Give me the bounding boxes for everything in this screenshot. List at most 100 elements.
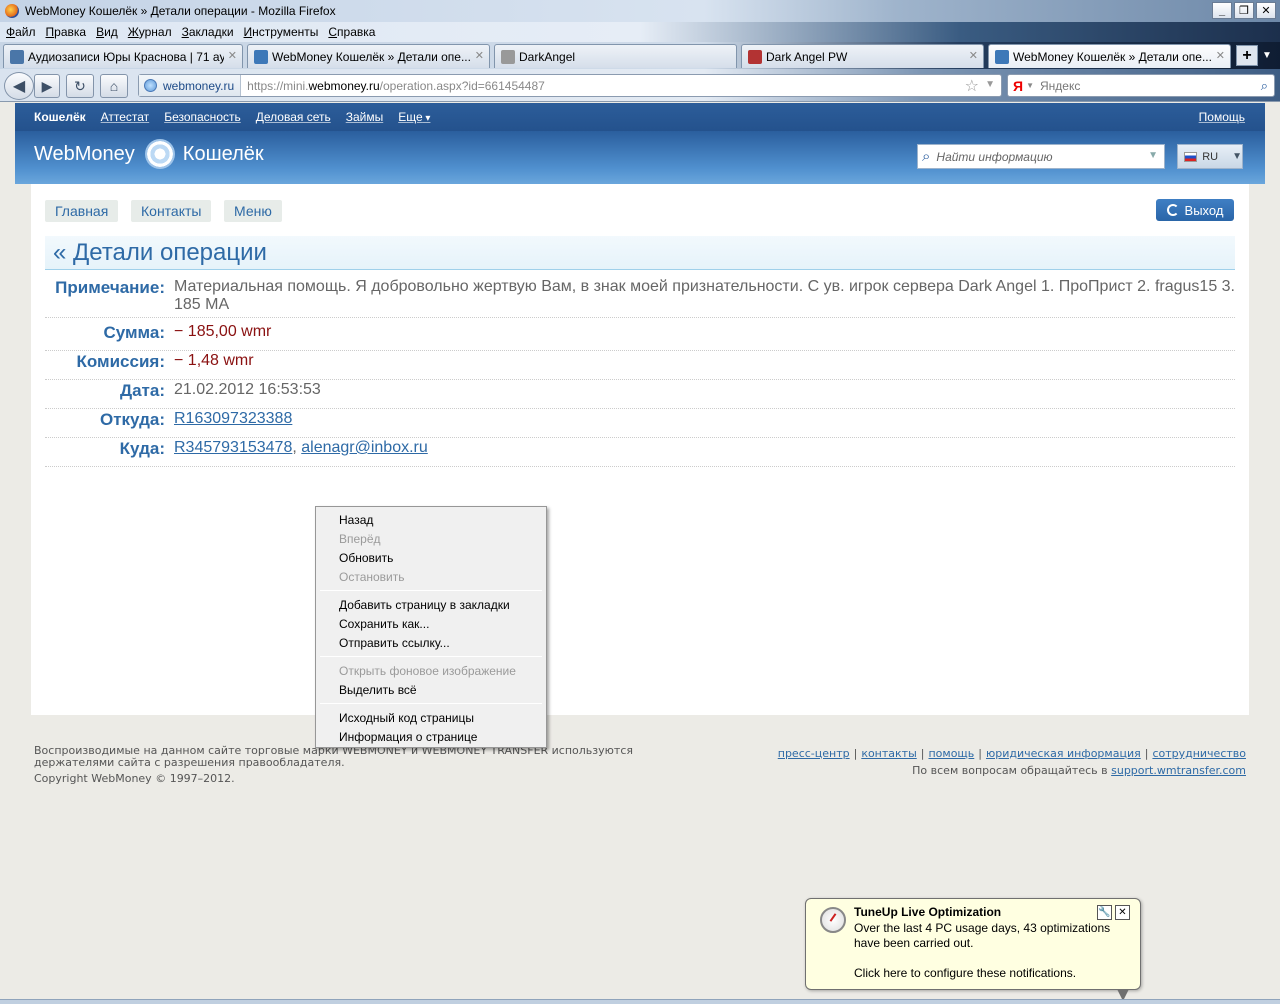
close-tab-icon[interactable]: ✕ xyxy=(475,49,484,62)
site-host: webmoney.ru xyxy=(163,78,235,93)
wrench-icon[interactable]: 🔧 xyxy=(1097,905,1112,920)
footer-contact-text: По всем вопросам обращайтесь в xyxy=(912,764,1108,777)
context-menu-item: Открыть фоновое изображение xyxy=(339,663,516,678)
detail-note: Материальная помощь. Я добровольно жертв… xyxy=(174,278,1235,313)
context-menu-item[interactable]: Назад xyxy=(316,510,546,529)
menu-separator xyxy=(320,590,542,591)
tab-webmoney-1[interactable]: WebMoney Кошелёк » Детали опе... ✕ xyxy=(247,44,490,68)
engine-dropdown-icon[interactable]: ▼ xyxy=(1026,81,1034,90)
tab-list-icon[interactable]: ▼ xyxy=(1262,50,1272,61)
firefox-icon xyxy=(5,4,19,18)
yandex-icon[interactable]: Я xyxy=(1013,78,1023,94)
detail-label: Откуда: xyxy=(100,410,165,429)
separator: , xyxy=(292,439,302,456)
wm-nav-loans[interactable]: Займы xyxy=(346,110,384,124)
footer-copyright: Copyright WebMoney © 1997–2012. xyxy=(34,772,235,785)
context-menu-item[interactable]: Исходный код страницы xyxy=(316,708,546,727)
support-link[interactable]: support.wmtransfer.com xyxy=(1111,764,1246,777)
detail-row-sum: Сумма: − 185,00 wmr xyxy=(45,323,1235,351)
detail-date: 21.02.2012 16:53:53 xyxy=(174,381,321,398)
wm-content: Главная Контакты Меню Выход « Детали опе… xyxy=(31,184,1249,715)
menu-file[interactable]: Файл xyxy=(6,25,36,39)
footer-trademark-line2: держателями сайта с разрешения правообла… xyxy=(34,756,345,769)
url-dropdown-icon[interactable]: ▼ xyxy=(985,79,995,90)
forward-button[interactable]: ▶ xyxy=(34,74,60,98)
search-placeholder: Найти информацию xyxy=(936,149,1053,164)
close-icon[interactable]: ✕ xyxy=(1115,905,1130,920)
detail-label: Дата: xyxy=(119,381,165,400)
close-tab-icon[interactable]: ✕ xyxy=(228,49,237,62)
context-menu-item[interactable]: Информация о странице xyxy=(316,727,546,746)
wm-nav-more[interactable]: Еще xyxy=(398,110,430,124)
detail-row-note: Примечание: Материальная помощь. Я добро… xyxy=(45,278,1235,318)
chevron-down-icon[interactable]: ▼ xyxy=(1148,150,1158,161)
tuneup-notification[interactable]: TuneUp Live Optimization Over the last 4… xyxy=(805,898,1141,1001)
language-select[interactable]: RU ▼ xyxy=(1177,144,1243,169)
tab-darkangel[interactable]: DarkAngel xyxy=(494,44,737,68)
back-button[interactable]: ◀ xyxy=(4,72,34,100)
tab-label: Аудиозаписи Юры Краснова | 71 ау... xyxy=(28,49,224,64)
menu-tools[interactable]: Инструменты xyxy=(244,25,319,39)
home-icon: ⌂ xyxy=(109,78,119,94)
close-tab-icon[interactable]: ✕ xyxy=(1216,49,1225,62)
wm-nav-wallet[interactable]: Кошелёк xyxy=(34,110,86,124)
tab-darkangel-pw[interactable]: Dark Angel PW ✕ xyxy=(741,44,984,68)
wm-search-input[interactable]: ⌕ Найти информацию ▼ xyxy=(917,144,1165,169)
context-menu-item[interactable]: Выделить всё xyxy=(316,680,546,699)
wm-nav-help[interactable]: Помощь xyxy=(1199,110,1245,124)
tab-audio[interactable]: Аудиозаписи Юры Краснова | 71 ау... ✕ xyxy=(3,44,243,68)
arrow-left-icon: ◀ xyxy=(12,78,26,95)
footer-link-press[interactable]: пресс-центр xyxy=(778,747,850,760)
webmoney-globe-icon xyxy=(144,139,175,169)
footer-link-legal[interactable]: юридическая информация xyxy=(986,747,1141,760)
menu-link[interactable]: Меню xyxy=(224,200,282,222)
notification-body: Over the last 4 PC usage days, 43 optimi… xyxy=(854,921,1111,950)
new-tab-button[interactable]: + xyxy=(1236,45,1258,66)
url-text[interactable]: https://mini.webmoney.ru/operation.aspx?… xyxy=(247,79,545,93)
vk-icon xyxy=(10,49,24,64)
search-input[interactable]: Яндекс xyxy=(1040,79,1080,93)
menu-edit[interactable]: Правка xyxy=(46,25,87,39)
page-icon xyxy=(501,49,515,64)
navigation-toolbar: ◀ ▶ ↻ ⌂ webmoney.ru https://mini.webmone… xyxy=(0,69,1280,102)
notification-config-link[interactable]: Click here to configure these notificati… xyxy=(854,966,1076,980)
maximize-button[interactable]: ❐ xyxy=(1234,2,1254,19)
reload-button[interactable]: ↻ xyxy=(66,74,94,98)
close-button[interactable]: ✕ xyxy=(1256,2,1276,19)
wm-nav-passport[interactable]: Аттестат xyxy=(101,110,150,124)
menu-help[interactable]: Справка xyxy=(328,25,375,39)
footer-link-cooperation[interactable]: сотрудничество xyxy=(1152,747,1246,760)
wm-nav-security[interactable]: Безопасность xyxy=(164,110,241,124)
wm-nav-business[interactable]: Деловая сеть xyxy=(256,110,331,124)
logout-button[interactable]: Выход xyxy=(1156,199,1234,221)
minimize-button[interactable]: _ xyxy=(1212,2,1232,19)
menu-view[interactable]: Вид xyxy=(96,25,118,39)
contacts-link[interactable]: Контакты xyxy=(131,200,212,222)
context-menu-item[interactable]: Обновить xyxy=(316,548,546,567)
close-tab-icon[interactable]: ✕ xyxy=(969,49,978,62)
context-menu-item[interactable]: Отправить ссылку... xyxy=(316,633,546,652)
wm-logo[interactable]: WebMoney Кошелёк xyxy=(34,139,264,169)
search-icon[interactable]: ⌕ xyxy=(1261,78,1268,94)
address-bar[interactable]: webmoney.ru https://mini.webmoney.ru/ope… xyxy=(138,74,1002,97)
tab-label: DarkAngel xyxy=(519,49,576,64)
menu-separator xyxy=(320,703,542,704)
footer-link-contacts[interactable]: контакты xyxy=(861,747,916,760)
search-bar[interactable]: Я ▼ Яндекс ⌕ xyxy=(1007,74,1275,97)
menu-bookmarks[interactable]: Закладки xyxy=(182,25,234,39)
context-menu-item[interactable]: Добавить страницу в закладки xyxy=(316,595,546,614)
home-link[interactable]: Главная xyxy=(45,200,119,222)
page-title[interactable]: « Детали операции xyxy=(45,236,1235,270)
from-wallet-link[interactable]: R163097323388 xyxy=(174,410,292,427)
tab-webmoney-active[interactable]: WebMoney Кошелёк » Детали опе... ✕ xyxy=(988,44,1231,68)
to-email-link[interactable]: alenagr@inbox.ru xyxy=(301,439,428,456)
tab-label: WebMoney Кошелёк » Детали опе... xyxy=(272,49,471,64)
footer-link-help[interactable]: помощь xyxy=(928,747,974,760)
bookmark-star-icon[interactable]: ☆ xyxy=(965,76,979,96)
site-identity[interactable]: webmoney.ru xyxy=(139,75,242,96)
detail-label: Примечание: xyxy=(55,278,165,297)
home-button[interactable]: ⌂ xyxy=(100,74,128,98)
to-wallet-link[interactable]: R345793153478 xyxy=(174,439,292,456)
menu-history[interactable]: Журнал xyxy=(128,25,172,39)
context-menu-item[interactable]: Сохранить как... xyxy=(316,614,546,633)
